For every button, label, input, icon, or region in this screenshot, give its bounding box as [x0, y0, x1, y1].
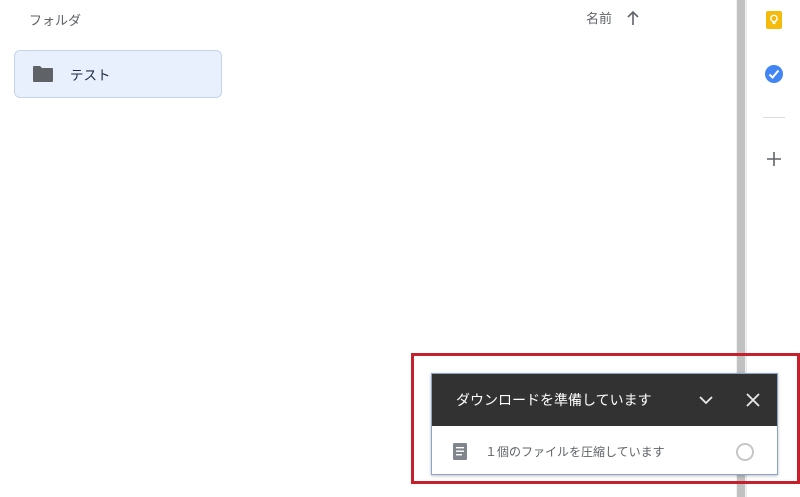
side-divider: [763, 117, 785, 118]
download-item-row: １個のファイルを圧縮しています: [432, 426, 777, 476]
section-label-folders: フォルダ: [29, 14, 82, 29]
folder-name: テスト: [70, 68, 111, 84]
chevron-down-icon[interactable]: [696, 390, 716, 410]
tasks-icon[interactable]: [764, 64, 784, 84]
sort-label: 名前: [586, 12, 613, 27]
folder-icon: [32, 65, 54, 83]
document-icon: [453, 442, 467, 460]
download-panel-title: ダウンロードを準備しています: [456, 393, 652, 409]
progress-spinner-icon: [736, 443, 754, 461]
close-icon[interactable]: [743, 390, 763, 410]
folder-item[interactable]: テスト: [14, 50, 222, 98]
sort-by-name-button[interactable]: 名前: [586, 8, 640, 27]
download-panel-header: ダウンロードを準備しています: [432, 374, 777, 426]
download-status-text: １個のファイルを圧縮しています: [485, 444, 665, 459]
add-addon-icon[interactable]: [764, 149, 784, 169]
download-panel: ダウンロードを準備しています １個のファイルを圧縮しています: [431, 373, 778, 475]
keep-icon[interactable]: [764, 10, 784, 30]
arrow-up-icon: [626, 10, 640, 26]
